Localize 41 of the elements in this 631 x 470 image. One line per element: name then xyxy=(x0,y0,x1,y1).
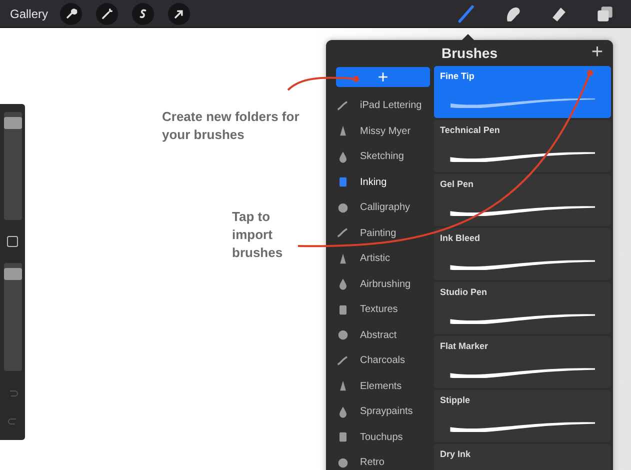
opacity-slider[interactable] xyxy=(4,263,22,371)
brush-category[interactable]: Painting xyxy=(336,220,430,246)
brush-category[interactable]: Abstract xyxy=(336,322,430,348)
panel-title: Brushes xyxy=(441,44,498,62)
brush-category[interactable]: Inking xyxy=(336,170,430,195)
brush-category[interactable]: Artistic xyxy=(336,246,430,272)
brush-category[interactable]: iPad Lettering xyxy=(336,93,430,118)
brush-category[interactable]: Sketching xyxy=(336,144,430,170)
brush-category[interactable]: Elements xyxy=(336,374,430,399)
slider-thumb[interactable] xyxy=(4,116,22,129)
brush-card[interactable]: Flat Marker xyxy=(434,336,611,388)
brush-card[interactable]: Dry Ink xyxy=(434,444,611,470)
annotation-text: Create new folders for your brushes xyxy=(162,108,300,144)
brush-category-icon xyxy=(336,456,350,470)
brush-category-icon xyxy=(336,354,350,368)
brush-card[interactable]: Studio Pen xyxy=(434,282,611,334)
brush-card[interactable]: Gel Pen xyxy=(434,174,611,226)
brush-category-icon xyxy=(336,328,350,342)
brush-card[interactable]: Technical Pen xyxy=(434,120,611,172)
import-button[interactable]: + xyxy=(591,42,603,62)
brush-size-slider[interactable] xyxy=(4,112,22,220)
brush-card[interactable]: Fine Tip xyxy=(434,66,611,118)
brush-category-icon xyxy=(336,98,350,113)
brush-category[interactable]: Spraypaints xyxy=(336,399,430,424)
brush-card[interactable]: Stipple xyxy=(434,390,611,442)
brush-category[interactable]: Missy Myer xyxy=(336,118,430,144)
selection-icon[interactable] xyxy=(132,2,154,24)
brush-category[interactable]: Retro xyxy=(336,450,430,470)
brush-category[interactable]: Airbrushing xyxy=(336,272,430,297)
gallery-button[interactable]: Gallery xyxy=(10,4,48,22)
magic-wand-icon[interactable] xyxy=(96,2,118,24)
brush-category[interactable]: Charcoals xyxy=(336,348,430,374)
brush-category[interactable]: Textures xyxy=(336,297,430,322)
brush-category-icon xyxy=(336,200,350,215)
brush-category[interactable]: Calligraphy xyxy=(336,195,430,220)
brush-category[interactable]: Touchups xyxy=(336,424,430,450)
brush-card[interactable]: Ink Bleed xyxy=(434,228,611,280)
annotation-text: Tap to import brushes xyxy=(232,208,284,262)
slider-thumb[interactable] xyxy=(4,268,22,280)
modify-button[interactable] xyxy=(7,236,18,247)
new-folder-button[interactable]: + xyxy=(336,67,430,87)
